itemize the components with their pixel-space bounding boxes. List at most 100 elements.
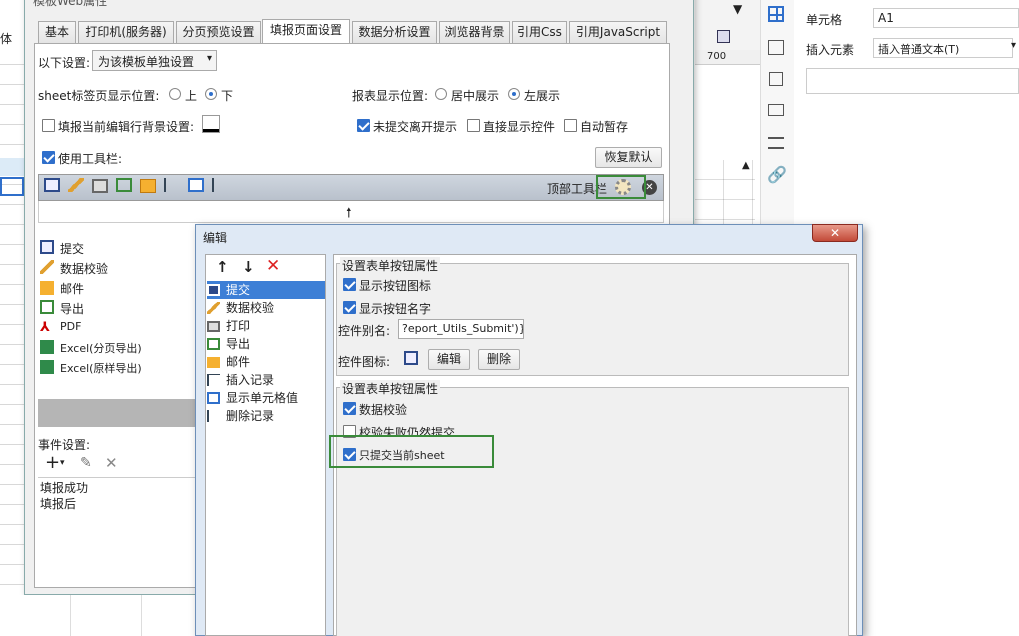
btnlist-excel-page-icon xyxy=(40,340,54,354)
doc-icon[interactable] xyxy=(717,30,730,43)
tab-pagination[interactable]: 分页预览设置 xyxy=(176,21,261,43)
mail-icon xyxy=(207,357,220,368)
group1-title: 设置表单按钮属性 xyxy=(340,257,441,274)
sheet-pos-label: sheet标签页显示位置: xyxy=(38,89,160,103)
icon-delete-button[interactable]: 删除 xyxy=(478,349,520,370)
tab-data-analysis[interactable]: 数据分析设置 xyxy=(352,21,437,43)
sheet-down-label: 下 xyxy=(221,89,234,103)
dlg-item-print[interactable]: 打印 xyxy=(207,317,325,335)
event-delete-icon[interactable]: ✕ xyxy=(105,454,118,472)
validate-label: 数据校验 xyxy=(359,403,408,417)
show-icon-checkbox[interactable] xyxy=(343,278,356,291)
dlg-item-delete-row[interactable]: 删除记录 xyxy=(207,407,325,425)
grid-cell-selected xyxy=(0,177,24,196)
tab-browser-bg[interactable]: 浏览器背景 xyxy=(439,21,510,43)
btnlist-pdf[interactable]: PDF xyxy=(60,320,81,333)
cell-input[interactable]: A1 xyxy=(873,8,1019,28)
btnlist-pdf-icon: ⅄ xyxy=(40,320,50,335)
event-item-success[interactable]: 填报成功 xyxy=(40,479,88,496)
delete-row-icon[interactable] xyxy=(212,178,228,192)
autosave-checkbox[interactable] xyxy=(564,119,577,132)
dlg-item-insert-row[interactable]: 插入记录 xyxy=(207,371,325,389)
left-grid xyxy=(0,45,26,636)
insert-select-chevron-icon[interactable]: ▾ xyxy=(1011,40,1016,51)
remove-icon[interactable]: ✕ xyxy=(266,256,280,276)
report-pos-label: 报表显示位置: xyxy=(352,89,429,103)
dlg-item-validate[interactable]: 数据校验 xyxy=(207,299,325,317)
frame-icon[interactable] xyxy=(769,72,783,86)
pencil-icon[interactable] xyxy=(68,178,84,192)
print-icon[interactable] xyxy=(92,179,108,193)
btnlist-mail-icon xyxy=(40,281,54,295)
report-center-radio[interactable] xyxy=(435,88,447,100)
print-icon xyxy=(207,321,220,332)
scroll-up-icon[interactable]: ▲ xyxy=(742,160,750,171)
control-save-icon xyxy=(404,351,418,365)
cell-value-icon[interactable] xyxy=(188,178,204,192)
event-item-after[interactable]: 填报后 xyxy=(40,495,76,512)
save-icon xyxy=(207,284,220,296)
tab-basic[interactable]: 基本 xyxy=(38,21,76,43)
btnlist-excel-page[interactable]: Excel(分页导出) xyxy=(60,340,142,356)
tab-printer[interactable]: 打印机(服务器) xyxy=(78,21,174,43)
scope-select[interactable]: 为该模板单独设置 ▾ xyxy=(92,50,217,71)
dlg-item-submit[interactable]: 提交 xyxy=(207,281,325,299)
list-icon[interactable] xyxy=(768,137,784,149)
alias-label: 控件别名: xyxy=(338,324,391,338)
event-add-chevron-icon[interactable]: ▾ xyxy=(60,458,65,468)
save-icon[interactable] xyxy=(44,178,60,192)
show-icon-label: 显示按钮图标 xyxy=(359,279,432,293)
icon-edit-button[interactable]: 编辑 xyxy=(428,349,470,370)
export-icon[interactable] xyxy=(116,178,132,192)
widget-icon[interactable] xyxy=(768,40,784,55)
cell-attr-icon[interactable] xyxy=(768,6,784,22)
left-strip-text: 体 xyxy=(0,32,13,46)
sheet-up-radio[interactable] xyxy=(169,88,181,100)
dlg-item-mail[interactable]: 邮件 xyxy=(207,353,325,371)
btnlist-validate[interactable]: 数据校验 xyxy=(60,260,108,277)
validate-checkbox[interactable] xyxy=(343,402,356,415)
insert-row-icon[interactable] xyxy=(164,178,180,192)
alias-input[interactable]: ?eport_Utils_Submit')} xyxy=(398,319,524,339)
tab-css[interactable]: 引用Css xyxy=(512,21,567,43)
dialog-title: 编辑 xyxy=(203,231,228,245)
dlg-item-cell-value[interactable]: 显示单元格值 xyxy=(207,389,325,407)
event-edit-icon[interactable]: ✎ xyxy=(80,455,92,471)
icon-label: 控件图标: xyxy=(338,355,391,369)
report-left-radio[interactable] xyxy=(508,88,520,100)
paint-bucket-icon[interactable] xyxy=(202,115,220,133)
dialog-close-button[interactable]: ✕ xyxy=(812,224,858,242)
tab-javascript[interactable]: 引用JavaScript xyxy=(569,21,667,43)
show-name-checkbox[interactable] xyxy=(343,301,356,314)
sheet-down-radio[interactable] xyxy=(205,88,217,100)
up-arrow-icon: 🠕 xyxy=(346,206,352,221)
btnlist-mail[interactable]: 邮件 xyxy=(60,280,84,297)
link-icon[interactable]: 🔗 xyxy=(767,165,787,184)
btnlist-excel-orig[interactable]: Excel(原样导出) xyxy=(60,360,142,376)
text-area[interactable] xyxy=(806,68,1019,94)
unsubmit-checkbox[interactable] xyxy=(357,119,370,132)
tab-fill-page[interactable]: 填报页面设置 xyxy=(262,19,350,43)
ruler-700: 700 xyxy=(707,51,727,62)
dropdown-widget-icon[interactable] xyxy=(768,104,784,116)
ruler xyxy=(695,50,760,65)
move-up-icon[interactable]: ↑ xyxy=(216,258,229,276)
btnlist-submit[interactable]: 提交 xyxy=(60,240,84,257)
grid-header-row xyxy=(0,158,26,176)
event-add-icon[interactable]: + xyxy=(45,452,60,473)
edit-bg-checkbox[interactable] xyxy=(42,119,55,132)
mail-icon[interactable] xyxy=(140,179,156,193)
restore-default-button[interactable]: 恢复默认 xyxy=(595,147,662,168)
dropdown-arrow-icon[interactable]: ▼ xyxy=(733,2,742,16)
move-down-icon[interactable]: ↓ xyxy=(242,258,255,276)
btnlist-export-icon xyxy=(40,300,54,314)
event-label: 事件设置: xyxy=(38,438,91,452)
btnlist-export[interactable]: 导出 xyxy=(60,300,84,317)
insert-select[interactable]: 插入普通文本(T) xyxy=(873,38,1013,58)
dlg-item-export[interactable]: 导出 xyxy=(207,335,325,353)
direct-checkbox[interactable] xyxy=(467,119,480,132)
window-title: 模板Web属性 xyxy=(33,0,108,8)
highlight-box xyxy=(596,175,646,199)
toolbar-checkbox[interactable] xyxy=(42,151,55,164)
chevron-down-icon: ▾ xyxy=(206,53,212,64)
